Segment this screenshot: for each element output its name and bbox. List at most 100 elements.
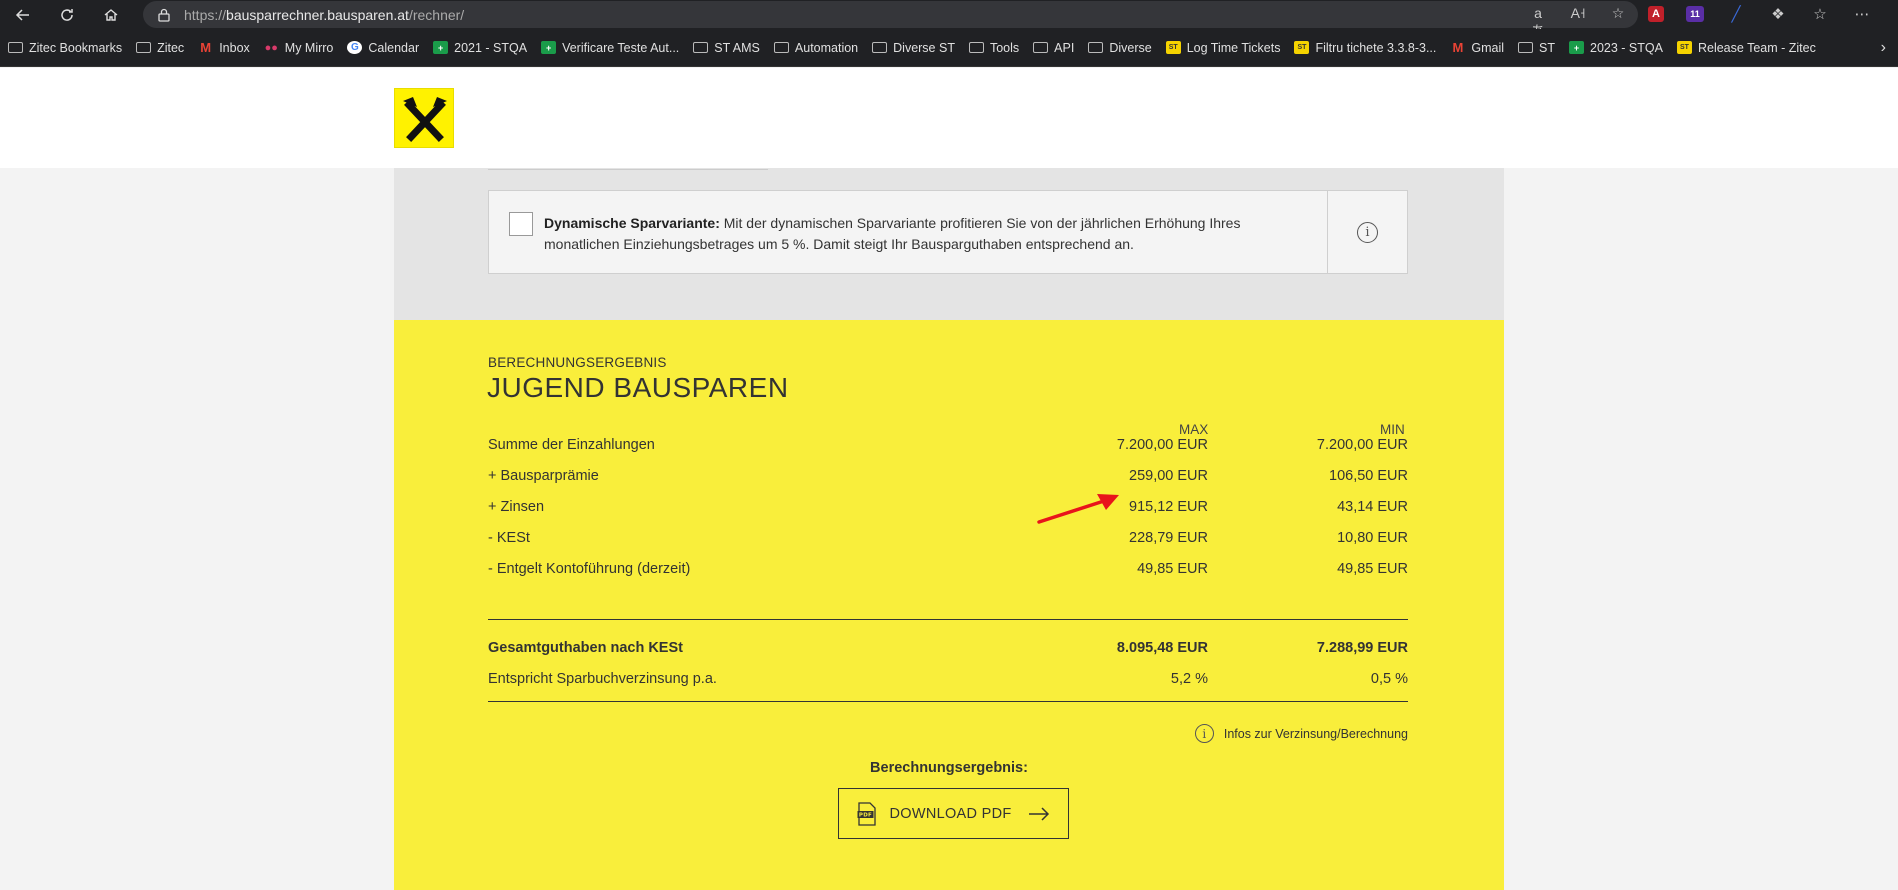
calculator-content: Dynamische Sparvariante: Mit der dynamis… — [394, 168, 1504, 890]
yellow-icon: ST — [1165, 41, 1181, 54]
info-icon: i — [1194, 724, 1214, 743]
options-section: Dynamische Sparvariante: Mit der dynamis… — [394, 168, 1504, 320]
result-row: - KESt 228,79 EUR 10,80 EUR — [488, 530, 1408, 550]
total-row: Gesamtguthaben nach KESt 8.095,48 EUR 7.… — [488, 640, 1408, 656]
folder-icon — [968, 42, 984, 53]
infos-link[interactable]: i Infos zur Verzinsung/Berechnung — [1194, 724, 1408, 743]
mirro-icon: ●● — [264, 41, 278, 54]
bookmark-label: API — [1054, 40, 1075, 55]
bookmark-item[interactable]: G Calendar — [347, 41, 419, 55]
bookmark-item[interactable]: +2023 - STQA — [1569, 41, 1663, 55]
bookmarks-bar: Zitec Bookmarks Zitec M Inbox ●● My Mirro G Cal… — [0, 29, 1898, 67]
result-row: + Bausparprämie 259,00 EUR 106,50 EUR — [488, 468, 1408, 488]
bookmark-item[interactable]: ST Filtru tichete 3.3.8-3... — [1294, 41, 1436, 55]
folder-icon — [8, 42, 23, 53]
back-icon[interactable] — [8, 0, 38, 29]
bookmark-item[interactable]: Diverse — [1088, 40, 1152, 55]
result-cell-label: - Entgelt Kontoführung (derzeit) — [488, 561, 691, 577]
result-cell-label: + Bausparprämie — [488, 468, 599, 484]
dynamic-info-button[interactable]: i — [1327, 191, 1407, 273]
more-options-icon[interactable]: ⋯ — [1852, 4, 1872, 24]
bookmark-item[interactable]: M Gmail — [1450, 40, 1504, 55]
result-subtitle: BERECHNUNGSERGEBNIS — [488, 355, 667, 370]
pdf-file-icon: PDF — [857, 801, 877, 826]
bookmark-item[interactable]: ST — [1518, 41, 1555, 55]
info-icon: i — [1357, 221, 1378, 243]
result-cell-min: 49,85 EUR — [1337, 561, 1408, 577]
result-cell-label: + Zinsen — [488, 499, 545, 515]
bookmark-label: Zitec — [157, 40, 185, 55]
result-row: Summe der Einzahlungen 7.200,00 EUR 7.200,… — [488, 437, 1408, 457]
result-cell-label: Summe der Einzahlungen — [488, 437, 655, 453]
col-head-max: MAX — [1179, 422, 1209, 437]
result-cell-min: 10,80 EUR — [1337, 530, 1408, 546]
folder-icon — [136, 42, 152, 53]
download-pdf-button[interactable]: PDF DOWNLOAD PDF — [838, 788, 1069, 839]
folder-icon — [693, 42, 709, 53]
bookmark-item[interactable]: Automation — [773, 40, 859, 55]
result-cell-max: 259,00 EUR — [1129, 468, 1208, 484]
bookmark-item[interactable]: ST Log Time Tickets — [1165, 41, 1280, 55]
bookmark-label: ST — [1539, 40, 1556, 55]
bookmark-item[interactable]: API — [1033, 41, 1074, 55]
result-cell-max: 49,85 EUR — [1137, 561, 1208, 577]
bookmark-item[interactable]: ST Release Team - Zitec — [1676, 40, 1816, 55]
browser-toolbar: https://bausparrechner.bausparen.at/rech… — [0, 0, 1898, 39]
col-head-min: MIN — [1380, 422, 1405, 437]
bookmark-item[interactable]: Tools — [968, 40, 1020, 55]
arrow-right-icon — [1028, 806, 1049, 821]
lock-icon[interactable] — [157, 8, 171, 22]
green-icon: + — [433, 41, 449, 54]
raiffeisen-logo[interactable] — [394, 88, 454, 148]
result-section: BERECHNUNGSERGEBNIS JUGEND BAUSPAREN MAX… — [394, 320, 1504, 890]
extension-red-icon[interactable]: A — [1648, 6, 1664, 22]
yellow-icon: ST — [1294, 41, 1310, 54]
bookmark-item[interactable]: Diverse ST — [872, 41, 955, 55]
result-cell-min: 7.200,00 EUR — [1316, 437, 1408, 453]
bookmark-label: Zitec Bookmarks — [29, 40, 123, 55]
yellow-icon: ST — [1676, 41, 1692, 54]
folder-icon — [1088, 42, 1104, 53]
gmail-icon: M — [1452, 40, 1464, 55]
result-cell-min: 106,50 EUR — [1329, 468, 1408, 484]
bookmark-label: Inbox — [219, 40, 250, 55]
bookmark-item[interactable]: ●● My Mirro — [264, 41, 334, 55]
favorites-list-icon[interactable]: ☆ — [1810, 4, 1830, 24]
green-icon: + — [541, 41, 557, 54]
pdf-heading: Berechnungsergebnis: — [870, 760, 1028, 776]
bookmark-item[interactable]: +2021 - STQA — [433, 41, 527, 55]
extensions-puzzle-icon[interactable]: ❖ — [1768, 4, 1788, 24]
bookmark-label: Tools — [989, 40, 1020, 55]
page: Dynamische Sparvariante: Mit der dynamis… — [0, 68, 1898, 890]
bookmark-item[interactable]: Zitec Bookmarks — [8, 41, 122, 55]
bookmark-label: Diverse ST — [893, 40, 955, 55]
result-title: JUGEND BAUSPAREN — [487, 372, 789, 403]
result-cell-max: 7.200,00 EUR — [1116, 437, 1208, 453]
google-icon: G — [347, 41, 363, 54]
result-row: - Entgelt Kontoführung (derzeit) 49,85 EU… — [488, 561, 1408, 581]
result-cell-min: 43,14 EUR — [1337, 499, 1408, 515]
extension-pen-icon[interactable]: ╱ — [1726, 4, 1746, 24]
green-icon: + — [1569, 41, 1585, 54]
chevron-right-icon[interactable]: › — [1881, 39, 1886, 57]
bookmark-label: 2021 - STQA — [454, 40, 528, 55]
result-row: + Zinsen 915,12 EUR 43,14 EUR — [488, 499, 1408, 519]
bookmark-item[interactable]: ST AMS — [693, 41, 760, 55]
bookmark-label: ST AMS — [714, 40, 760, 55]
bookmark-label: Automation — [794, 40, 859, 55]
home-icon[interactable] — [96, 0, 126, 29]
dynamic-variant-checkbox[interactable] — [509, 212, 533, 236]
bookmark-item[interactable]: M Inbox — [198, 40, 250, 55]
address-bar[interactable]: https://bausparrechner.bausparen.at/rech… — [143, 1, 1638, 39]
bookmark-label: Release Team - Zitec — [1697, 40, 1816, 55]
bookmark-label: Diverse — [1109, 40, 1152, 55]
result-cell-max: 228,79 EUR — [1129, 530, 1208, 546]
input-field-edge — [488, 168, 768, 170]
extension-purple-icon[interactable]: 11 — [1686, 6, 1704, 22]
bookmark-label: Calendar — [368, 40, 420, 55]
refresh-icon[interactable] — [52, 0, 82, 29]
site-header — [0, 68, 1898, 168]
bookmark-item[interactable]: Zitec — [136, 41, 184, 55]
url-text[interactable]: https://bausparrechner.bausparen.at/rech… — [184, 7, 464, 23]
bookmark-item[interactable]: + Verificare Teste Aut... — [541, 41, 679, 55]
